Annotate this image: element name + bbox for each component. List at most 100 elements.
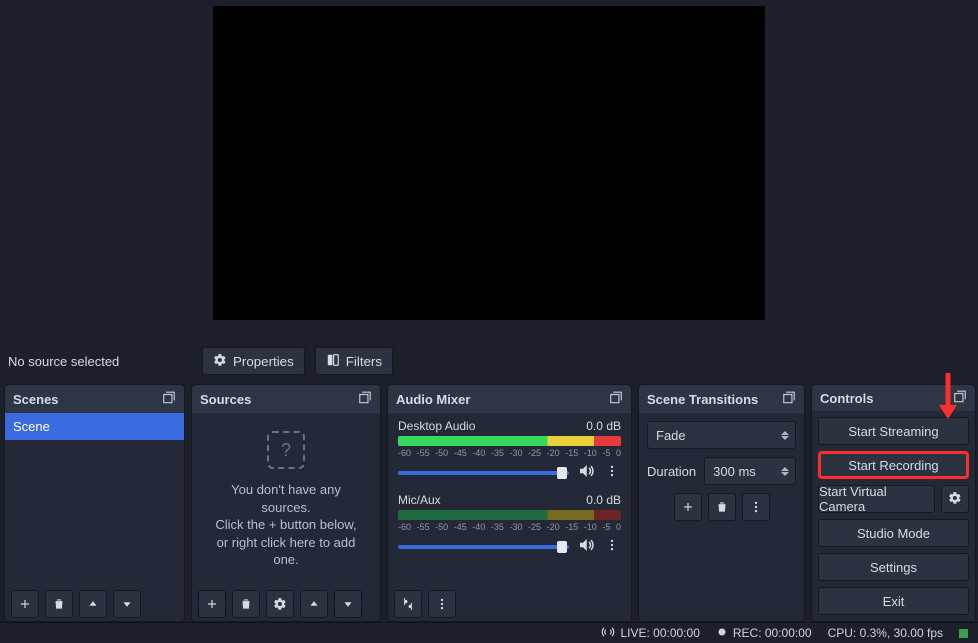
- speaker-icon[interactable]: [577, 536, 595, 557]
- popout-icon[interactable]: [358, 391, 372, 408]
- add-transition-button[interactable]: [674, 493, 702, 521]
- status-square-icon: [959, 629, 968, 638]
- virtual-camera-settings-button[interactable]: [941, 485, 969, 513]
- chevron-updown-icon: [781, 467, 789, 476]
- controls-header[interactable]: Controls: [812, 385, 975, 411]
- advanced-audio-button[interactable]: [394, 590, 422, 618]
- controls-panel: Controls Start Streaming Start Recording…: [811, 384, 976, 622]
- question-icon: ?: [267, 431, 305, 469]
- duration-value: 300 ms: [713, 464, 756, 479]
- filters-button[interactable]: Filters: [315, 347, 393, 375]
- status-bar: LIVE: 00:00:00 REC: 00:00:00 CPU: 0.3%, …: [0, 622, 978, 643]
- chevron-updown-icon: [781, 431, 789, 440]
- scenes-header[interactable]: Scenes: [5, 385, 184, 413]
- start-streaming-button[interactable]: Start Streaming: [818, 417, 969, 445]
- volume-slider[interactable]: [398, 471, 569, 475]
- audio-channel-db: 0.0 dB: [586, 419, 621, 433]
- record-icon: [716, 626, 728, 641]
- move-scene-down-button[interactable]: [113, 590, 141, 618]
- add-scene-button[interactable]: [11, 590, 39, 618]
- audio-meter: [398, 436, 621, 446]
- scene-item[interactable]: Scene: [5, 413, 184, 440]
- scene-item-name: Scene: [13, 419, 50, 434]
- controls-body: Start Streaming Start Recording Start Vi…: [812, 411, 975, 621]
- move-scene-up-button[interactable]: [79, 590, 107, 618]
- status-live-text: LIVE: 00:00:00: [620, 626, 699, 640]
- filters-icon: [326, 353, 340, 370]
- audio-channel-name: Mic/Aux: [398, 493, 441, 507]
- scene-transitions-title: Scene Transitions: [647, 392, 758, 407]
- start-streaming-label: Start Streaming: [848, 424, 938, 439]
- scenes-list[interactable]: Scene: [5, 413, 184, 587]
- sources-title: Sources: [200, 392, 251, 407]
- scene-transitions-header[interactable]: Scene Transitions: [639, 385, 804, 413]
- no-source-selected-label: No source selected: [6, 354, 192, 369]
- transition-selected: Fade: [656, 428, 686, 443]
- speaker-icon[interactable]: [577, 462, 595, 483]
- preview-area: [0, 0, 978, 338]
- properties-label: Properties: [233, 354, 294, 369]
- sources-empty-state: ? You don't have any sources. Click the …: [192, 413, 380, 587]
- sources-footer: [192, 587, 380, 621]
- add-source-button[interactable]: [198, 590, 226, 618]
- remove-scene-button[interactable]: [45, 590, 73, 618]
- remove-transition-button[interactable]: [708, 493, 736, 521]
- audio-menu-button[interactable]: [428, 590, 456, 618]
- start-virtual-camera-label: Start Virtual Camera: [819, 484, 934, 514]
- sources-list[interactable]: ? You don't have any sources. Click the …: [192, 413, 380, 587]
- studio-mode-button[interactable]: Studio Mode: [818, 519, 969, 547]
- settings-button[interactable]: Settings: [818, 553, 969, 581]
- status-rec-text: REC: 00:00:00: [733, 626, 812, 640]
- popout-icon[interactable]: [953, 390, 967, 407]
- start-recording-button[interactable]: Start Recording: [818, 451, 969, 479]
- audio-channel-db: 0.0 dB: [586, 493, 621, 507]
- volume-slider[interactable]: [398, 545, 569, 549]
- audio-channel: Mic/Aux 0.0 dB -60-55-50-45-40-35-30-25-…: [388, 487, 631, 561]
- preview-canvas[interactable]: [213, 6, 765, 320]
- duration-spinner[interactable]: 300 ms: [704, 457, 796, 485]
- transition-menu-button[interactable]: [742, 493, 770, 521]
- popout-icon[interactable]: [609, 391, 623, 408]
- move-source-up-button[interactable]: [300, 590, 328, 618]
- audio-meter: [398, 510, 621, 520]
- remove-source-button[interactable]: [232, 590, 260, 618]
- controls-title: Controls: [820, 391, 873, 406]
- channel-menu-button[interactable]: [603, 464, 621, 481]
- source-properties-button[interactable]: [266, 590, 294, 618]
- transition-select[interactable]: Fade: [647, 421, 796, 449]
- studio-mode-label: Studio Mode: [857, 526, 930, 541]
- audio-mixer-header[interactable]: Audio Mixer: [388, 385, 631, 413]
- audio-mixer-title: Audio Mixer: [396, 392, 470, 407]
- settings-label: Settings: [870, 560, 917, 575]
- scenes-panel: Scenes Scene: [4, 384, 185, 622]
- duration-label: Duration: [647, 464, 696, 479]
- popout-icon[interactable]: [162, 391, 176, 408]
- status-indicator: [959, 629, 968, 638]
- start-recording-label: Start Recording: [848, 458, 938, 473]
- sources-empty-line2: Click the + button below,: [215, 517, 356, 532]
- exit-button[interactable]: Exit: [818, 587, 969, 615]
- status-cpu: CPU: 0.3%, 30.00 fps: [828, 626, 943, 640]
- sources-empty-line1: You don't have any sources.: [231, 482, 341, 515]
- broadcast-icon: [601, 625, 615, 642]
- sources-empty-line3: or right click here to add one.: [217, 535, 356, 568]
- status-recording: REC: 00:00:00: [716, 626, 812, 641]
- gear-icon: [948, 491, 962, 508]
- status-cpu-text: CPU: 0.3%, 30.00 fps: [828, 626, 943, 640]
- properties-button[interactable]: Properties: [202, 347, 305, 375]
- exit-label: Exit: [883, 594, 905, 609]
- dock-panels: Scenes Scene Sources ?: [0, 384, 978, 622]
- popout-icon[interactable]: [782, 391, 796, 408]
- scenes-title: Scenes: [13, 392, 59, 407]
- channel-menu-button[interactable]: [603, 538, 621, 555]
- filters-label: Filters: [346, 354, 382, 369]
- move-source-down-button[interactable]: [334, 590, 362, 618]
- scenes-footer: [5, 587, 184, 621]
- sources-header[interactable]: Sources: [192, 385, 380, 413]
- scene-transitions-body: Fade Duration 300 ms: [639, 413, 804, 529]
- slider-thumb[interactable]: [557, 541, 567, 553]
- start-virtual-camera-button[interactable]: Start Virtual Camera: [818, 485, 935, 513]
- audio-channel-name: Desktop Audio: [398, 419, 475, 433]
- audio-mixer-footer: [388, 587, 631, 621]
- slider-thumb[interactable]: [557, 467, 567, 479]
